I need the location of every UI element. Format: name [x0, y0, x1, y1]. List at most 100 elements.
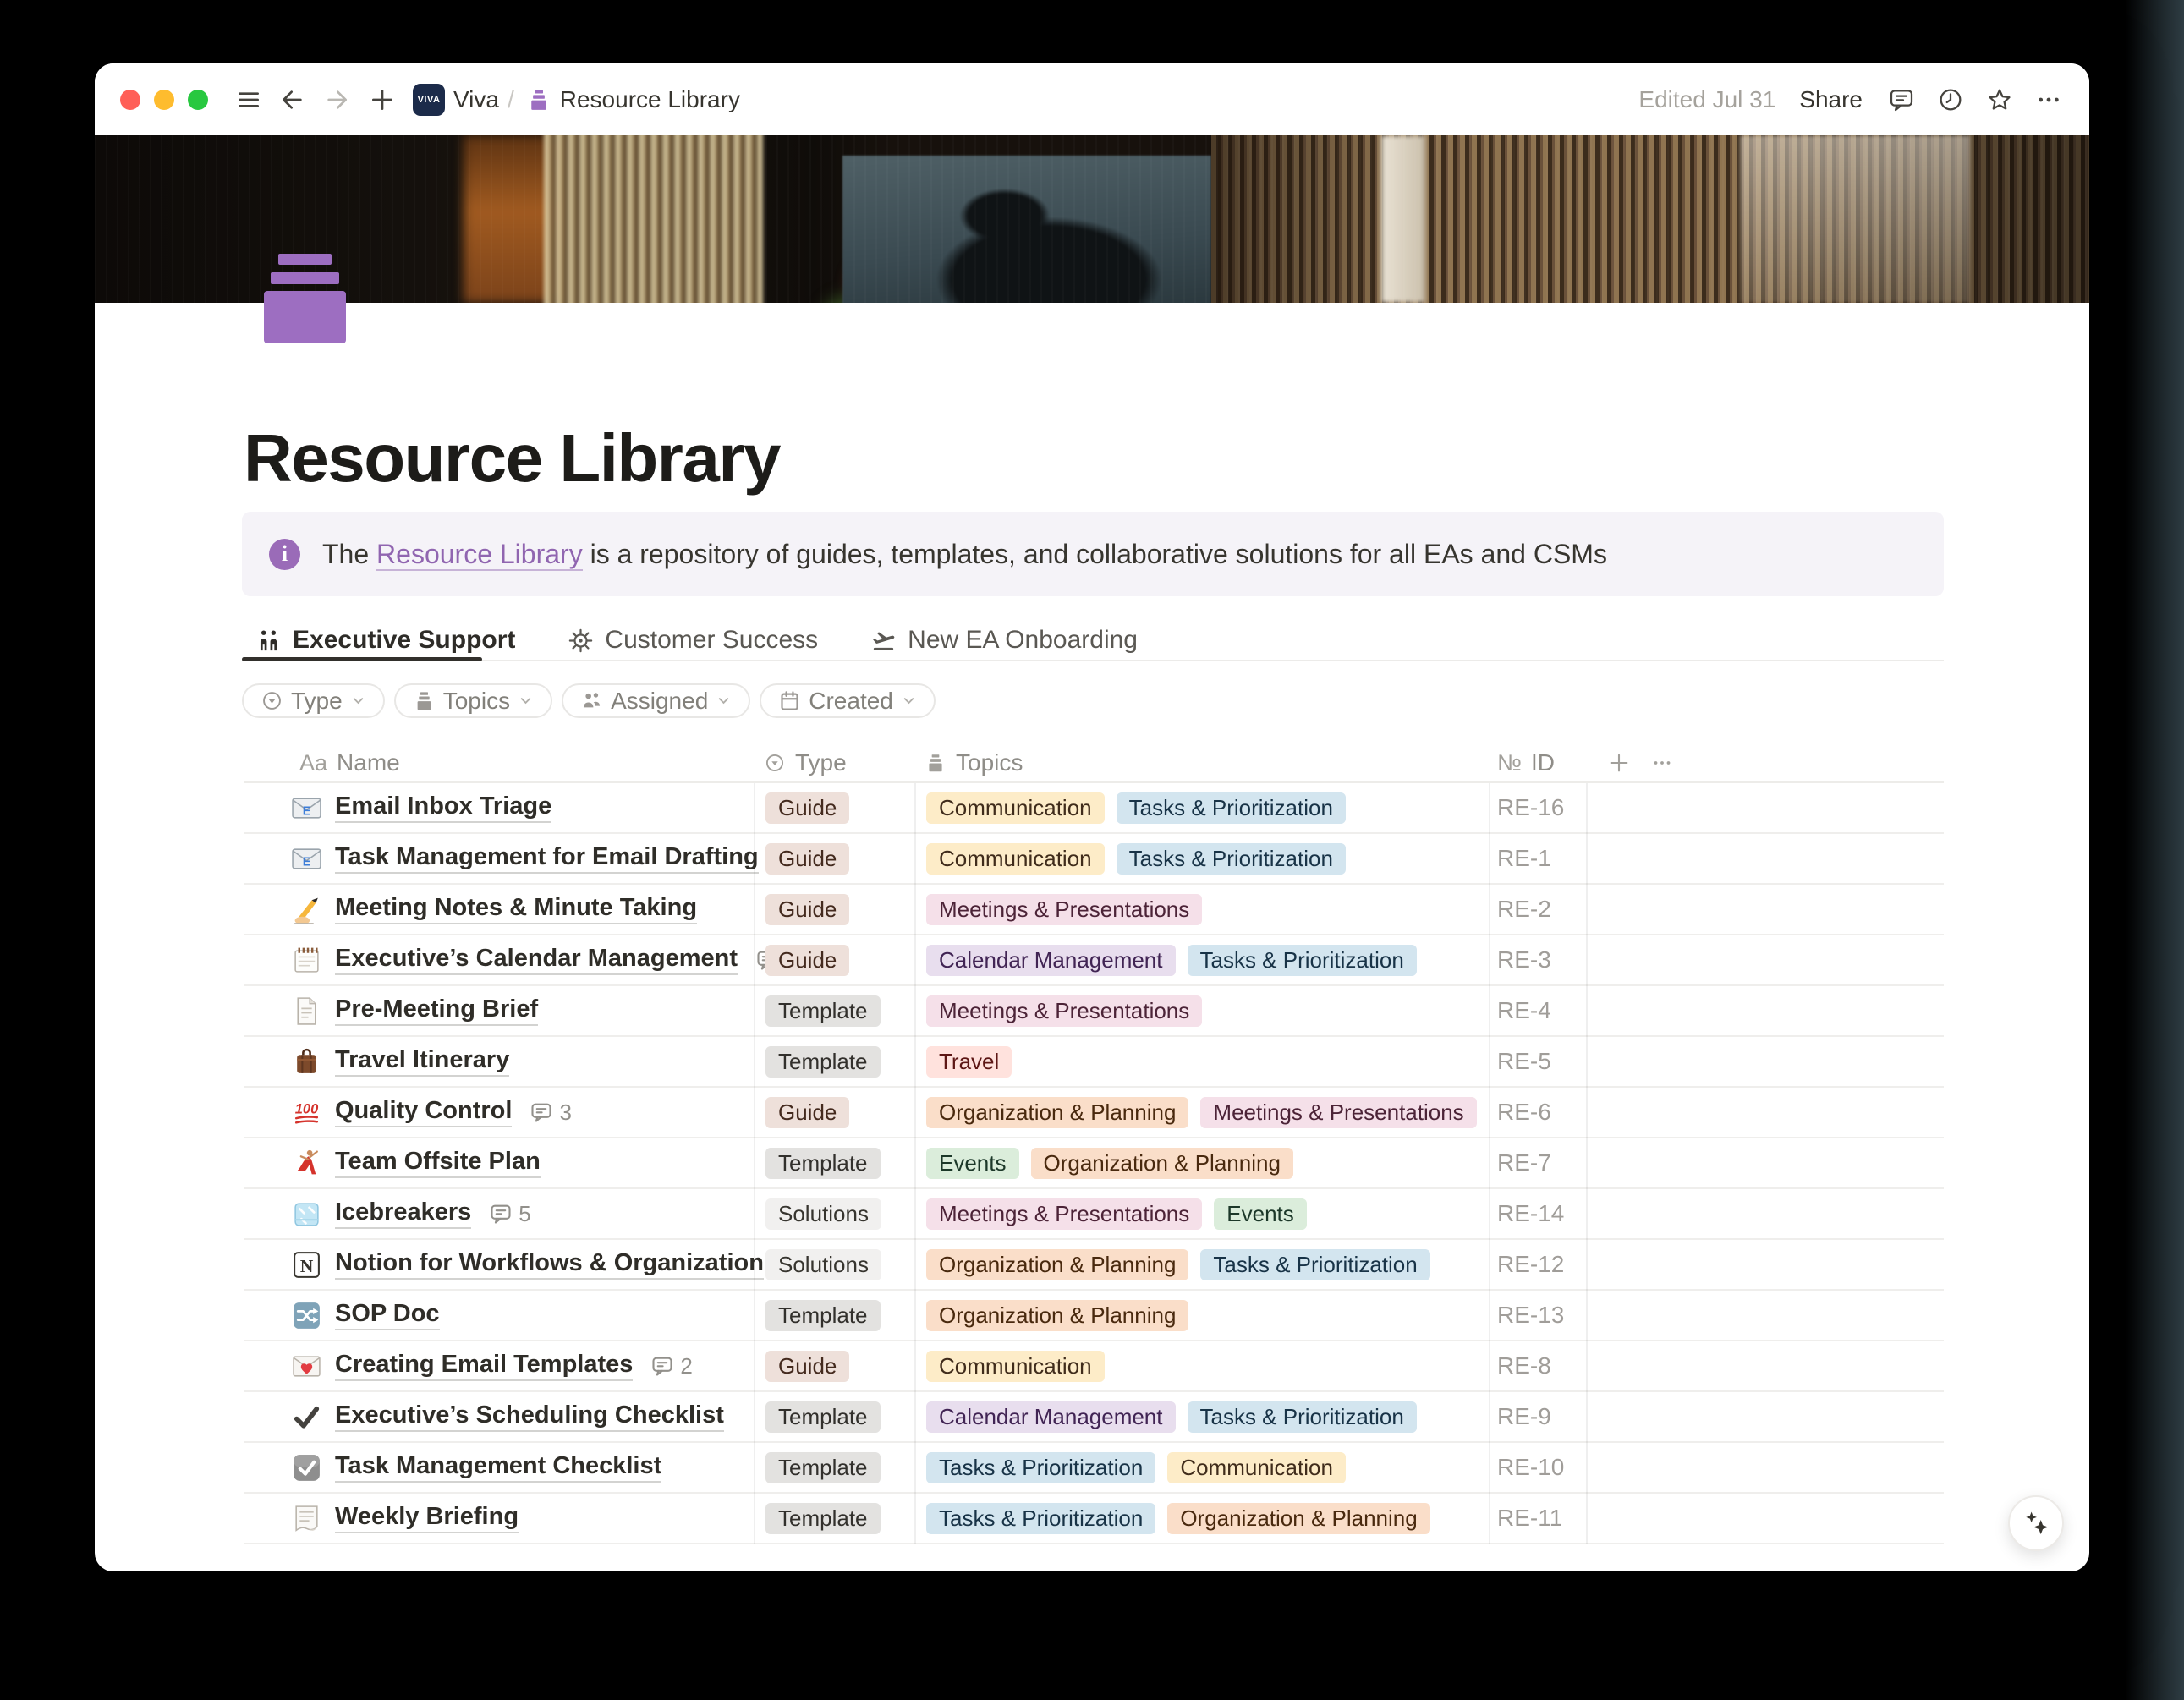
table-options-icon[interactable]	[1649, 750, 1675, 776]
comment-count-badge[interactable]: 3	[530, 1100, 571, 1126]
share-button[interactable]: Share	[1799, 86, 1863, 113]
topics-cell[interactable]: Meetings & PresentationsEvents	[914, 1198, 1489, 1230]
filter-assigned[interactable]: Assigned	[562, 683, 750, 718]
id-cell[interactable]: RE-11	[1489, 1505, 1586, 1532]
topics-cell[interactable]: Organization & PlanningTasks & Prioritiz…	[914, 1249, 1489, 1280]
column-header-name[interactable]: Aa Name	[244, 749, 754, 776]
page-icon-archive[interactable]	[264, 254, 346, 343]
sidebar-toggle-icon[interactable]	[230, 81, 267, 118]
comments-icon[interactable]	[1883, 81, 1920, 118]
name-cell[interactable]: Weekly Briefing	[244, 1503, 754, 1534]
workspace-avatar[interactable]: VIVA	[413, 84, 445, 116]
topics-cell[interactable]: Tasks & PrioritizationOrganization & Pla…	[914, 1503, 1489, 1534]
page-link[interactable]: Creating Email Templates	[335, 1351, 633, 1381]
type-cell[interactable]: Template	[754, 1503, 914, 1534]
topics-cell[interactable]: Calendar ManagementTasks & Prioritizatio…	[914, 945, 1489, 976]
name-cell[interactable]: Icebreakers 5	[244, 1198, 754, 1230]
name-cell[interactable]: E Email Inbox Triage	[244, 792, 754, 824]
page-link[interactable]: Task Management Checklist	[335, 1452, 661, 1483]
notion-ai-button[interactable]	[2008, 1495, 2064, 1551]
name-cell[interactable]: Executive’s Scheduling Checklist	[244, 1401, 754, 1433]
name-cell[interactable]: Travel Itinerary	[244, 1046, 754, 1078]
page-link[interactable]: Task Management for Email Drafting	[335, 843, 759, 874]
id-cell[interactable]: RE-2	[1489, 896, 1586, 923]
callout-link[interactable]: Resource Library	[376, 539, 583, 571]
close-window-button[interactable]	[120, 90, 140, 110]
name-cell[interactable]: Executive’s Calendar Management 1	[244, 945, 754, 976]
type-cell[interactable]: Template	[754, 1300, 914, 1331]
page-link[interactable]: Travel Itinerary	[335, 1046, 509, 1077]
more-options-icon[interactable]	[2030, 81, 2067, 118]
column-header-topics[interactable]: Topics	[914, 749, 1489, 776]
topics-cell[interactable]: Meetings & Presentations	[914, 995, 1489, 1027]
page-link[interactable]: Pre-Meeting Brief	[335, 995, 538, 1026]
column-header-id[interactable]: № ID	[1489, 749, 1586, 776]
tab-executive-support[interactable]: Executive Support	[244, 626, 527, 655]
comment-count-badge[interactable]: 5	[489, 1201, 530, 1227]
id-cell[interactable]: RE-14	[1489, 1200, 1586, 1227]
filter-type[interactable]: Type	[242, 683, 385, 718]
new-tab-icon[interactable]	[364, 81, 401, 118]
name-cell[interactable]: SOP Doc	[244, 1300, 754, 1331]
topics-cell[interactable]: Travel	[914, 1046, 1489, 1078]
page-title[interactable]: Resource Library	[244, 422, 780, 495]
page-link[interactable]: Icebreakers	[335, 1198, 471, 1229]
topics-cell[interactable]: CommunicationTasks & Prioritization	[914, 843, 1489, 875]
id-cell[interactable]: RE-10	[1489, 1454, 1586, 1481]
id-cell[interactable]: RE-9	[1489, 1403, 1586, 1430]
page-link[interactable]: Notion for Workflows & Organization	[335, 1249, 764, 1280]
id-cell[interactable]: RE-1	[1489, 845, 1586, 872]
type-cell[interactable]: Template	[754, 1401, 914, 1433]
type-cell[interactable]: Guide	[754, 1351, 914, 1382]
id-cell[interactable]: RE-7	[1489, 1149, 1586, 1176]
name-cell[interactable]: Creating Email Templates 2	[244, 1351, 754, 1382]
type-cell[interactable]: Guide	[754, 1097, 914, 1128]
forward-icon[interactable]	[318, 81, 355, 118]
topics-cell[interactable]: EventsOrganization & Planning	[914, 1148, 1489, 1179]
type-cell[interactable]: Template	[754, 1148, 914, 1179]
type-cell[interactable]: Guide	[754, 792, 914, 824]
page-link[interactable]: Quality Control	[335, 1097, 512, 1127]
name-cell[interactable]: Pre-Meeting Brief	[244, 995, 754, 1027]
tab-new-ea-onboarding[interactable]: New EA Onboarding	[859, 626, 1150, 655]
id-cell[interactable]: RE-12	[1489, 1251, 1586, 1278]
type-cell[interactable]: Guide	[754, 843, 914, 875]
id-cell[interactable]: RE-16	[1489, 794, 1586, 821]
column-header-type[interactable]: Type	[754, 749, 914, 776]
page-link[interactable]: Executive’s Scheduling Checklist	[335, 1401, 724, 1432]
id-cell[interactable]: RE-8	[1489, 1352, 1586, 1379]
page-link[interactable]: SOP Doc	[335, 1300, 440, 1330]
topics-cell[interactable]: CommunicationTasks & Prioritization	[914, 792, 1489, 824]
name-cell[interactable]: Team Offsite Plan	[244, 1148, 754, 1179]
name-cell[interactable]: E Task Management for Email Drafting	[244, 843, 754, 875]
filter-created[interactable]: Created	[760, 683, 936, 718]
id-cell[interactable]: RE-6	[1489, 1099, 1586, 1126]
type-cell[interactable]: Solutions	[754, 1198, 914, 1230]
name-cell[interactable]: N Notion for Workflows & Organization	[244, 1249, 754, 1280]
page-link[interactable]: Meeting Notes & Minute Taking	[335, 894, 697, 924]
type-cell[interactable]: Guide	[754, 894, 914, 925]
zoom-window-button[interactable]	[188, 90, 208, 110]
name-cell[interactable]: Meeting Notes & Minute Taking	[244, 894, 754, 925]
name-cell[interactable]: Task Management Checklist	[244, 1452, 754, 1483]
topics-cell[interactable]: Tasks & PrioritizationCommunication	[914, 1452, 1489, 1483]
page-link[interactable]: Email Inbox Triage	[335, 792, 551, 823]
name-cell[interactable]: 100 Quality Control 3	[244, 1097, 754, 1128]
breadcrumb-page[interactable]: Resource Library	[560, 86, 740, 113]
type-cell[interactable]: Template	[754, 1046, 914, 1078]
tab-customer-success[interactable]: Customer Success	[556, 626, 830, 655]
page-link[interactable]: Team Offsite Plan	[335, 1148, 541, 1178]
breadcrumb-workspace[interactable]: Viva	[453, 86, 499, 113]
favorite-star-icon[interactable]	[1981, 81, 2018, 118]
type-cell[interactable]: Template	[754, 995, 914, 1027]
minimize-window-button[interactable]	[154, 90, 174, 110]
id-cell[interactable]: RE-5	[1489, 1048, 1586, 1075]
type-cell[interactable]: Solutions	[754, 1249, 914, 1280]
id-cell[interactable]: RE-13	[1489, 1302, 1586, 1329]
comment-count-badge[interactable]: 2	[650, 1353, 692, 1379]
add-column-icon[interactable]	[1607, 751, 1631, 775]
id-cell[interactable]: RE-4	[1489, 997, 1586, 1024]
topics-cell[interactable]: Communication	[914, 1351, 1489, 1382]
topics-cell[interactable]: Organization & PlanningMeetings & Presen…	[914, 1097, 1489, 1128]
type-cell[interactable]: Template	[754, 1452, 914, 1483]
